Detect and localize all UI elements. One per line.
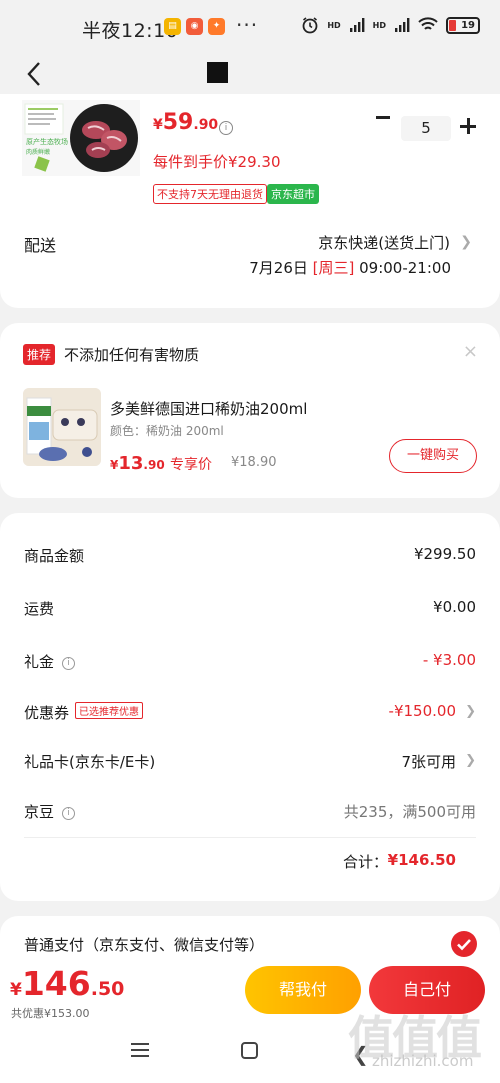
plus-icon[interactable] bbox=[460, 118, 476, 134]
goods-amount-label: 商品金额 bbox=[24, 547, 85, 565]
gift-money-row: 礼金 i - ¥3.00 bbox=[24, 651, 476, 675]
product-price: ¥59.90 bbox=[153, 110, 219, 135]
signal-hd-label: HD bbox=[372, 20, 386, 30]
chevron-right-icon[interactable]: ❯ bbox=[465, 704, 476, 719]
jingdou-label: 京豆 bbox=[24, 803, 55, 821]
quantity-input[interactable]: 5 bbox=[401, 116, 451, 141]
app-notification-icon: ✦ bbox=[208, 18, 225, 35]
gift-money-value: - ¥3.00 bbox=[422, 651, 476, 669]
payment-method-label: 普通支付（京东支付、微信支付等） bbox=[24, 936, 265, 954]
nav-bar bbox=[0, 54, 500, 94]
shipping-value: ¥0.00 bbox=[433, 598, 476, 616]
total-value: ¥146.50 bbox=[387, 851, 456, 869]
chevron-right-icon[interactable]: ❯ bbox=[465, 753, 476, 768]
wifi-icon bbox=[418, 17, 438, 30]
signal-icon bbox=[349, 18, 365, 32]
battery-level: 19 bbox=[461, 19, 475, 31]
status-bar: 半夜12:10 ▤ ◉ ✦ ··· HD HD 19 bbox=[0, 0, 500, 54]
info-icon[interactable]: i bbox=[62, 807, 76, 820]
total-label: 合计： bbox=[342, 853, 388, 871]
coupon-tag: 已选推荐优惠 bbox=[75, 702, 144, 719]
more-notifications-icon: ··· bbox=[236, 13, 259, 37]
gift-card-value[interactable]: 7张可用 bbox=[401, 751, 456, 772]
coupon-label: 优惠券 bbox=[24, 704, 70, 722]
close-icon[interactable]: × bbox=[463, 341, 478, 362]
recommend-price: ¥13.90 bbox=[110, 453, 165, 474]
goods-amount-row: 商品金额 ¥299.50 bbox=[24, 545, 476, 569]
one-click-buy-button[interactable]: 一键购买 bbox=[389, 439, 477, 473]
recommend-product-spec: 颜色：稀奶油 200ml bbox=[110, 424, 224, 438]
home-icon[interactable] bbox=[241, 1042, 258, 1059]
help-pay-button[interactable]: 帮我付 bbox=[245, 966, 361, 1014]
check-icon[interactable] bbox=[451, 931, 477, 957]
coupon-row[interactable]: 优惠券 已选推荐优惠 -¥150.00 ❯ bbox=[24, 702, 476, 726]
recommend-product-image[interactable] bbox=[23, 388, 101, 466]
nav-title-placeholder bbox=[207, 62, 228, 83]
product-image-caption: 原产生态牧场 bbox=[26, 137, 68, 146]
jingdou-value: 共235，满500可用 bbox=[343, 803, 476, 821]
recommend-badge: 推荐 bbox=[23, 344, 56, 365]
app-notification-icon: ▤ bbox=[164, 18, 181, 35]
gift-card-label: 礼品卡(京东卡/E卡) bbox=[24, 753, 156, 771]
chevron-right-icon[interactable]: ❯ bbox=[460, 234, 472, 250]
minus-icon[interactable] bbox=[376, 116, 390, 119]
recommend-product-name[interactable]: 多美鲜德国进口稀奶油200ml bbox=[110, 398, 307, 419]
recommend-title: 不添加任何有害物质 bbox=[64, 346, 200, 364]
store-tag: 京东超市 bbox=[267, 184, 319, 204]
shipping-label: 运费 bbox=[24, 600, 55, 618]
delivery-method[interactable]: 京东快递(送货上门) bbox=[318, 232, 450, 253]
alarm-icon bbox=[302, 17, 318, 34]
gift-money-label: 礼金 bbox=[24, 653, 55, 671]
product-image-caption: 肉质鲜嫩 bbox=[26, 148, 50, 156]
product-card: 原产生态牧场 肉质鲜嫩 ¥59.90 i 5 每件到手价¥29.30 不支持7天… bbox=[0, 94, 500, 308]
unit-price: 每件到手价¥29.30 bbox=[153, 153, 281, 171]
exclusive-price-label: 专享价 bbox=[170, 457, 212, 473]
signal-hd-label: HD bbox=[327, 20, 341, 30]
pay-amount: ¥146.50 bbox=[10, 964, 125, 1003]
shipping-row: 运费 ¥0.00 bbox=[24, 598, 476, 622]
price-info-icon[interactable]: i bbox=[219, 121, 233, 135]
status-icons: HD HD 19 bbox=[301, 16, 480, 34]
delivery-label: 配送 bbox=[24, 236, 57, 255]
back-icon[interactable] bbox=[24, 60, 48, 88]
watermark-url: zhizhizhi.com bbox=[372, 1052, 474, 1070]
total-discount: 共优惠¥153.00 bbox=[11, 1007, 90, 1020]
recommendation-card: 推荐 不添加任何有害物质 × 多美鲜德国进口稀奶油200ml 颜色：稀奶油 20… bbox=[0, 323, 500, 498]
no-return-tag: 不支持7天无理由退货 bbox=[153, 184, 267, 204]
app-notification-icon: ◉ bbox=[186, 18, 203, 35]
info-icon[interactable]: i bbox=[62, 657, 76, 670]
product-image[interactable]: 原产生态牧场 肉质鲜嫩 bbox=[22, 100, 140, 176]
signal-icon bbox=[395, 18, 410, 32]
order-summary-card: 商品金额 ¥299.50 运费 ¥0.00 礼金 i - ¥3.00 优惠券 已选推… bbox=[0, 513, 500, 901]
coupon-value[interactable]: -¥150.00 bbox=[389, 702, 456, 720]
menu-icon[interactable] bbox=[131, 1043, 149, 1057]
original-price: ¥18.90 bbox=[231, 455, 277, 470]
delivery-date[interactable]: 7月26日 [周三] 09:00-21:00 bbox=[249, 257, 451, 278]
jingdou-row: 京豆 i 共235，满500可用 bbox=[24, 801, 476, 825]
divider bbox=[24, 837, 476, 838]
goods-amount-value: ¥299.50 bbox=[413, 545, 476, 563]
battery-icon: 19 bbox=[446, 16, 480, 34]
gift-card-row[interactable]: 礼品卡(京东卡/E卡) 7张可用 ❯ bbox=[24, 751, 476, 775]
